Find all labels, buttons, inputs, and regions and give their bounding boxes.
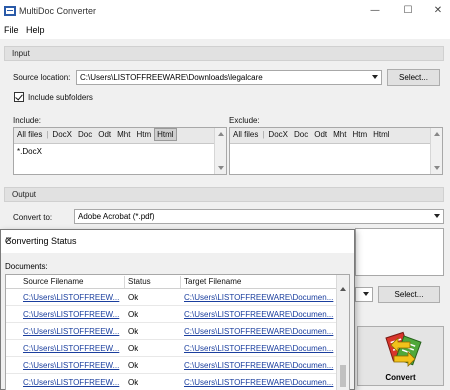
source-location-combo[interactable]: C:\Users\LISTOFFREEWARE\Downloads\legalc… xyxy=(76,70,382,85)
exclude-tab-htm[interactable]: Htm xyxy=(349,128,370,141)
target-filename-cell[interactable]: C:\Users\LISTOFFREEWARE\Documen... xyxy=(184,344,334,353)
include-scrollbar[interactable] xyxy=(214,128,226,174)
source-filename-cell[interactable]: C:\Users\LISTOFFREEW... xyxy=(23,293,123,302)
scroll-up-icon[interactable] xyxy=(434,132,440,136)
exclude-tab-docx[interactable]: DocX xyxy=(265,128,291,141)
maximize-button[interactable]: ☐ xyxy=(399,3,417,19)
exclude-tab-html[interactable]: Html xyxy=(370,128,392,141)
window-title: MultiDoc Converter xyxy=(19,6,97,16)
target-filename-cell[interactable]: C:\Users\LISTOFFREEWARE\Documen... xyxy=(184,310,334,319)
converting-status-dialog: Converting Status ✕ Documents: Source Fi… xyxy=(0,229,355,390)
column-status[interactable]: Status xyxy=(128,277,151,286)
column-target-filename[interactable]: Target Filename xyxy=(184,277,241,286)
include-filter-text: *.DocX xyxy=(17,147,42,156)
exclude-tab-mht[interactable]: Mht xyxy=(330,128,349,141)
input-section-header: Input xyxy=(4,46,444,61)
title-bar: MultiDoc Converter — ☐ ✕ xyxy=(0,0,450,22)
target-filename-cell[interactable]: C:\Users\LISTOFFREEWARE\Documen... xyxy=(184,361,334,370)
table-row[interactable]: C:\Users\LISTOFFREEW... Ok C:\Users\LIST… xyxy=(6,340,337,357)
column-source-filename[interactable]: Source Filename xyxy=(23,277,83,286)
scroll-thumb[interactable] xyxy=(340,365,346,387)
source-filename-cell[interactable]: C:\Users\LISTOFFREEW... xyxy=(23,327,123,336)
include-subfolders-label: Include subfolders xyxy=(28,93,93,102)
documents-label: Documents: xyxy=(5,262,48,271)
include-tab-mht[interactable]: Mht xyxy=(114,128,133,141)
chevron-down-icon xyxy=(372,75,378,79)
chevron-down-icon xyxy=(363,292,369,296)
include-tab-htm[interactable]: Htm xyxy=(133,128,154,141)
include-tab-odt[interactable]: Odt xyxy=(95,128,114,141)
source-filename-cell[interactable]: C:\Users\LISTOFFREEW... xyxy=(23,378,123,387)
target-filename-cell[interactable]: C:\Users\LISTOFFREEWARE\Documen... xyxy=(184,327,334,336)
output-location-combo[interactable] xyxy=(355,287,373,302)
exclude-tab-all-files[interactable]: All files xyxy=(230,128,261,141)
chevron-down-icon xyxy=(434,214,440,218)
include-tab-docx[interactable]: DocX xyxy=(49,128,75,141)
dialog-title-bar: Converting Status ✕ xyxy=(1,230,354,253)
dialog-close-icon[interactable]: ✕ xyxy=(5,236,348,246)
close-button[interactable]: ✕ xyxy=(429,3,447,19)
table-row[interactable]: C:\Users\LISTOFFREEW... Ok C:\Users\LIST… xyxy=(6,323,337,340)
status-cell: Ok xyxy=(128,361,139,370)
source-filename-cell[interactable]: C:\Users\LISTOFFREEW... xyxy=(23,361,123,370)
table-row[interactable]: C:\Users\LISTOFFREEW... Ok C:\Users\LIST… xyxy=(6,374,337,390)
include-tab-html[interactable]: Html xyxy=(154,128,177,141)
include-tab-all-files[interactable]: All files xyxy=(14,128,45,141)
target-filename-cell[interactable]: C:\Users\LISTOFFREEWARE\Documen... xyxy=(184,378,334,387)
include-label: Include: xyxy=(13,116,42,125)
source-location-label: Source location: xyxy=(13,73,71,82)
status-cell: Ok xyxy=(128,293,139,302)
exclude-tab-doc[interactable]: Doc xyxy=(291,128,311,141)
input-section-title: Input xyxy=(12,49,30,58)
output-select-button[interactable]: Select... xyxy=(378,286,440,303)
exclude-filter-box[interactable]: All files | DocX Doc Odt Mht Htm Html xyxy=(229,127,443,175)
scroll-up-icon[interactable] xyxy=(218,132,224,136)
status-cell: Ok xyxy=(128,378,139,387)
output-section-header: Output xyxy=(4,187,444,202)
convert-files-icon xyxy=(385,331,422,367)
scroll-down-icon[interactable] xyxy=(434,166,440,170)
convert-to-label: Convert to: xyxy=(13,213,53,222)
convert-button[interactable]: Convert xyxy=(357,326,444,386)
app-icon xyxy=(4,6,16,16)
menu-file[interactable]: File xyxy=(4,25,19,35)
grid-header: Source Filename Status Target Filename xyxy=(6,275,337,289)
status-cell: Ok xyxy=(128,327,139,336)
status-cell: Ok xyxy=(128,344,139,353)
include-subfolders-checkbox[interactable] xyxy=(14,92,24,102)
source-select-button[interactable]: Select... xyxy=(387,69,440,86)
scroll-up-icon[interactable] xyxy=(340,287,346,291)
convert-to-combo[interactable]: Adobe Acrobat (*.pdf) xyxy=(74,209,444,224)
table-row[interactable]: C:\Users\LISTOFFREEW... Ok C:\Users\LIST… xyxy=(6,357,337,374)
output-section-title: Output xyxy=(12,190,37,199)
target-filename-cell[interactable]: C:\Users\LISTOFFREEWARE\Documen... xyxy=(184,293,334,302)
source-location-value: C:\Users\LISTOFFREEWARE\Downloads\legalc… xyxy=(80,73,263,82)
exclude-scrollbar[interactable] xyxy=(430,128,442,174)
include-filter-box[interactable]: All files | DocX Doc Odt Mht Htm Html *.DocX xyxy=(13,127,227,175)
exclude-type-tabs: All files | DocX Doc Odt Mht Htm Html xyxy=(230,128,430,144)
menu-help[interactable]: Help xyxy=(26,25,45,35)
source-filename-cell[interactable]: C:\Users\LISTOFFREEW... xyxy=(23,344,123,353)
output-options-box xyxy=(355,228,444,276)
include-type-tabs: All files | DocX Doc Odt Mht Htm Html xyxy=(14,128,214,144)
convert-to-value: Adobe Acrobat (*.pdf) xyxy=(78,212,155,221)
exclude-label: Exclude: xyxy=(229,116,260,125)
include-tab-doc[interactable]: Doc xyxy=(75,128,95,141)
scroll-down-icon[interactable] xyxy=(218,166,224,170)
status-cell: Ok xyxy=(128,310,139,319)
table-row[interactable]: C:\Users\LISTOFFREEW... Ok C:\Users\LIST… xyxy=(6,289,337,306)
menu-bar: File Help xyxy=(0,22,450,38)
table-row[interactable]: C:\Users\LISTOFFREEW... Ok C:\Users\LIST… xyxy=(6,306,337,323)
exclude-tab-odt[interactable]: Odt xyxy=(311,128,330,141)
documents-grid[interactable]: Source Filename Status Target Filename C… xyxy=(5,274,350,390)
convert-button-label: Convert xyxy=(385,373,416,382)
minimize-button[interactable]: — xyxy=(366,3,384,19)
source-filename-cell[interactable]: C:\Users\LISTOFFREEW... xyxy=(23,310,123,319)
grid-scrollbar[interactable] xyxy=(336,275,349,390)
